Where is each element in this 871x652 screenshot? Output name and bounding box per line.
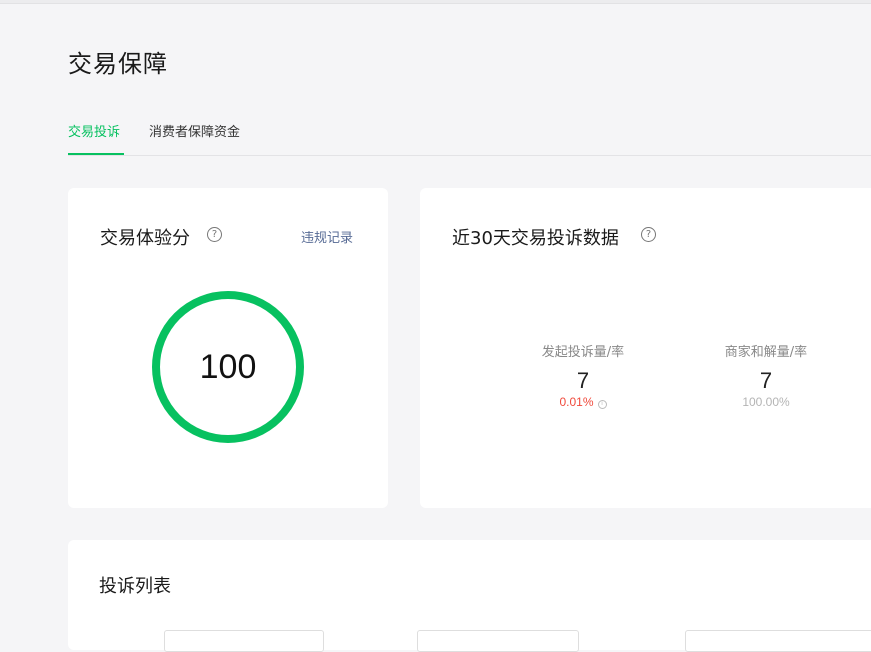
complaint-list-card: 投诉列表	[68, 540, 871, 652]
complaint-list-title: 投诉列表	[99, 576, 171, 597]
stat-rate-text: 0.01%	[559, 395, 594, 409]
top-border	[0, 0, 871, 4]
tab-consumer-protection-fund[interactable]: 消费者保障资金	[149, 121, 240, 140]
stat-rate: 100.00%	[742, 395, 790, 409]
active-tab-indicator	[68, 153, 124, 155]
experience-score-value: 100	[199, 348, 257, 386]
tab-bar: 交易投诉 消费者保障资金	[68, 116, 871, 156]
stat-value: 7	[759, 368, 773, 393]
complaint-initiated-stat: 发起投诉量/率 7 0.01% i	[518, 341, 648, 409]
filter-field[interactable]	[685, 630, 871, 652]
tab-transaction-complaint[interactable]: 交易投诉	[68, 121, 120, 140]
complaint-card-title: 近30天交易投诉数据	[452, 228, 619, 249]
score-card-title: 交易体验分	[100, 228, 190, 249]
merchant-settled-stat: 商家和解量/率 7 100.00%	[701, 341, 831, 409]
page-title: 交易保障	[68, 50, 168, 78]
question-circle-icon[interactable]: ?	[207, 227, 222, 242]
filter-field[interactable]	[164, 630, 324, 652]
question-circle-icon[interactable]: ?	[641, 227, 656, 242]
stat-label: 发起投诉量/率	[541, 345, 625, 360]
stat-label: 商家和解量/率	[724, 345, 808, 360]
stat-rate: 0.01% i	[518, 395, 648, 409]
experience-score-card: 交易体验分 ? 违规记录 100	[68, 188, 388, 508]
violation-record-link[interactable]: 违规记录	[301, 227, 353, 246]
filter-field[interactable]	[417, 630, 579, 652]
info-icon[interactable]: i	[597, 400, 607, 409]
complaint-data-card: 近30天交易投诉数据 ? 发起投诉量/率 7 0.01% i 商家和解量/率 7 …	[420, 188, 871, 508]
stat-value: 7	[576, 368, 590, 393]
